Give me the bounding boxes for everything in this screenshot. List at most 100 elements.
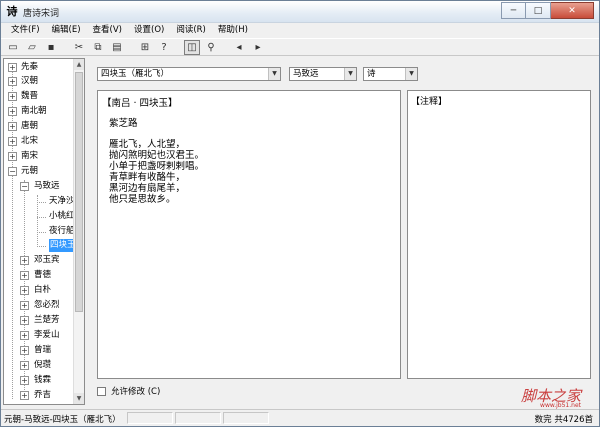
tree-item-label: 白朴 [34,285,52,295]
tree-item-author[interactable]: + 曾瑞 [4,344,74,357]
tree-item-author[interactable]: + 邓玉宾 [4,254,74,267]
prev-icon[interactable]: ◂ [231,40,247,55]
paste-icon[interactable]: ▤ [109,40,125,55]
collapse-icon[interactable]: − [20,182,29,191]
tree-item-nanbeichao[interactable]: + 南北朝 [4,105,74,118]
expand-icon[interactable]: + [8,122,17,131]
expand-icon[interactable]: + [20,256,29,265]
allow-edit-toggle[interactable]: 允许修改 (C) [97,385,160,397]
tree-item-label: 唐朝 [21,121,39,131]
author-select[interactable]: 马致远 ▼ [289,67,357,81]
expand-icon[interactable]: + [20,361,29,370]
tree-item-yuan[interactable]: − 元朝 [4,165,74,178]
expand-icon[interactable]: + [8,77,17,86]
tree-item-author[interactable]: + 乔吉 [4,389,74,402]
poem-text-area[interactable]: 【南吕 · 四块玉】 紫芝路 雁北飞，人北望， 抛闪煞明妃也汉君王。 小单于把盏… [97,90,401,379]
copy-icon[interactable]: ⧉ [90,40,106,55]
app-window: 诗 唐诗宋词 ─ □ ✕ 文件(F) 编辑(E) 查看(V) 设置(O) 阅读(… [0,0,600,427]
chevron-down-icon[interactable]: ▼ [344,68,356,80]
expand-icon[interactable]: + [20,316,29,325]
expand-icon[interactable]: + [20,346,29,355]
find-icon[interactable]: ⚲ [203,40,219,55]
tree-item-weijin[interactable]: + 魏晋 [4,90,74,103]
notes-panel[interactable]: 【注释】 [407,90,591,379]
expand-icon[interactable]: + [8,137,17,146]
expand-icon[interactable]: + [20,391,29,400]
menu-read[interactable]: 阅读(R) [170,23,212,38]
poem-select[interactable]: 四块玉（雁北飞） ▼ [97,67,281,81]
tree-item-han[interactable]: + 汉朝 [4,75,74,88]
menu-bar: 文件(F) 编辑(E) 查看(V) 设置(O) 阅读(R) 帮助(H) [1,23,599,38]
tree-item-label: 乔吉 [34,390,52,400]
poem-line: 他只是思故乡。 [109,194,176,205]
menu-file[interactable]: 文件(F) [5,23,46,38]
tree-item-poem[interactable]: 小桃红 [4,210,75,223]
save-icon[interactable]: ▪ [43,40,59,55]
menu-settings[interactable]: 设置(O) [128,23,170,38]
genre-select-value: 诗 [367,69,376,79]
expand-icon[interactable]: + [8,107,17,116]
help-icon[interactable]: ? [156,40,172,55]
menu-view[interactable]: 查看(V) [87,23,128,38]
tree-item-tang[interactable]: + 唐朝 [4,120,74,133]
tree-item-beisong[interactable]: + 北宋 [4,135,74,148]
allow-edit-label: 允许修改 (C) [111,387,161,397]
minimize-button[interactable]: ─ [501,2,526,19]
next-icon[interactable]: ▸ [250,40,266,55]
new-icon[interactable]: ▭ [5,40,21,55]
poem-line: 小单于把盏呀剌剌唱。 [109,161,205,172]
chevron-down-icon[interactable]: ▼ [268,68,280,80]
tree-item-author[interactable]: + 白朴 [4,284,74,297]
tree-item-poem[interactable]: 夜行船 [4,225,75,238]
tree-item-poem[interactable]: 天净沙 [4,195,75,208]
tree-item-label: 魏晋 [21,91,39,101]
expand-icon[interactable]: + [20,376,29,385]
tree-item-ma-zhiyuan[interactable]: − 马致远 [4,180,74,193]
tree-item-author[interactable]: + 李爱山 [4,329,74,342]
expand-icon[interactable]: + [8,92,17,101]
scroll-thumb[interactable] [75,72,83,312]
tree-item-label: 小桃红 [49,211,75,221]
poem-title: 【南吕 · 四块玉】 [102,98,178,109]
poem-line: 青草畔有收酪牛， [109,172,186,183]
tree-item-poem-selected[interactable]: 四块玉 [4,239,77,252]
scroll-down-icon[interactable]: ▼ [74,393,84,404]
expand-icon[interactable]: + [20,301,29,310]
poem-select-value: 四块玉（雁北飞） [101,69,170,79]
close-button[interactable]: ✕ [551,2,594,19]
window-controls: ─ □ ✕ [501,2,594,19]
tree-item-label: 李爱山 [34,330,60,340]
maximize-button[interactable]: □ [526,2,551,19]
read-icon[interactable]: ◫ [184,39,200,55]
tree-item-label: 天净沙 [49,196,75,206]
genre-select[interactable]: 诗 ▼ [363,67,418,81]
tree-item-xianqin[interactable]: + 先秦 [4,61,74,74]
collapse-icon[interactable]: − [8,167,17,176]
title-bar[interactable]: 诗 唐诗宋词 ─ □ ✕ [1,1,599,23]
open-icon[interactable]: ▱ [24,40,40,55]
allow-edit-checkbox[interactable] [97,386,106,396]
expand-icon[interactable]: + [20,286,29,295]
tree-item-author[interactable]: + 钱霖 [4,374,74,387]
tree-icon[interactable]: ⊞ [137,40,153,55]
tree-scrollbar[interactable]: ▲ ▼ [73,59,84,404]
status-path: 元朝-马致远-四块玉（雁北飞） [4,415,121,425]
tree-item-author[interactable]: + 忽必烈 [4,299,74,312]
menu-help[interactable]: 帮助(H) [212,23,254,38]
tree-item-author[interactable]: + 兰楚芳 [4,314,74,327]
expand-icon[interactable]: + [8,152,17,161]
expand-icon[interactable]: + [20,331,29,340]
expand-icon[interactable]: + [20,271,29,280]
chevron-down-icon[interactable]: ▼ [405,68,417,80]
tree-item-label: 夜行船 [49,226,75,236]
expand-icon[interactable]: + [8,63,17,72]
menu-edit[interactable]: 编辑(E) [46,23,87,38]
scroll-up-icon[interactable]: ▲ [74,59,84,70]
tree-item-author[interactable]: + 曹德 [4,269,74,282]
cut-icon[interactable]: ✂ [71,40,87,55]
status-cell [175,412,221,424]
tree-item-author[interactable]: + 倪瓒 [4,359,74,372]
tree-item-nansong[interactable]: + 南宋 [4,150,74,163]
dynasty-tree[interactable]: + 先秦 + 汉朝 + 魏晋 + 南北朝 + 唐朝 + 北宋 + 南宋 − 元朝 [3,58,85,405]
tree-item-label: 钱霖 [34,375,52,385]
